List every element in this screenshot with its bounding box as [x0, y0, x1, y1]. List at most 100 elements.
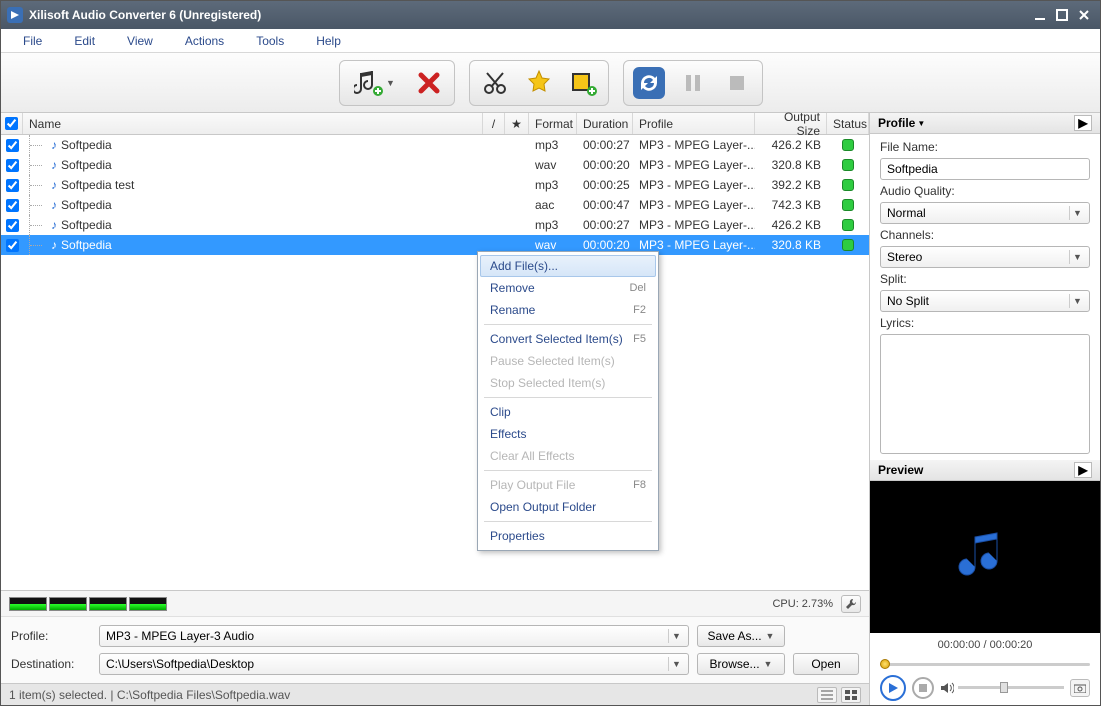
cell-size: 320.8 KB: [755, 235, 827, 255]
ctx-remove[interactable]: RemoveDel: [480, 277, 656, 299]
quality-combo[interactable]: Normal▼: [880, 202, 1090, 224]
cell-size: 426.2 KB: [755, 135, 827, 155]
destination-combo[interactable]: C:\Users\Softpedia\Desktop▼: [99, 653, 689, 675]
table-row[interactable]: ♪Softpediawav00:00:20MP3 - MPEG Layer-..…: [1, 235, 869, 255]
status-indicator: [842, 179, 854, 191]
open-button[interactable]: Open: [793, 653, 859, 675]
list-view-button[interactable]: [817, 687, 837, 703]
add-profile-button[interactable]: [564, 64, 602, 102]
lyrics-input[interactable]: [880, 334, 1090, 454]
row-checkbox[interactable]: [6, 219, 19, 232]
cpu-meter: [9, 597, 167, 611]
volume-slider[interactable]: [958, 686, 1064, 689]
col-duration[interactable]: Duration: [577, 113, 633, 134]
cell-format: mp3: [529, 135, 577, 155]
menu-actions[interactable]: Actions: [175, 34, 246, 48]
select-all-checkbox[interactable]: [5, 117, 18, 130]
row-checkbox[interactable]: [6, 199, 19, 212]
row-checkbox[interactable]: [6, 179, 19, 192]
volume-icon[interactable]: [940, 682, 954, 694]
stop-button[interactable]: [718, 64, 756, 102]
col-status[interactable]: Status: [827, 113, 869, 134]
file-name: Softpedia: [61, 198, 112, 212]
ctx-properties[interactable]: Properties: [480, 525, 656, 547]
lyrics-label: Lyrics:: [880, 316, 1090, 330]
table-row[interactable]: ♪Softpediamp300:00:27MP3 - MPEG Layer-..…: [1, 135, 869, 155]
cell-profile: MP3 - MPEG Layer-...: [633, 135, 755, 155]
close-button[interactable]: [1074, 6, 1094, 24]
ctx-add-file-s[interactable]: Add File(s)...: [480, 255, 656, 277]
menu-help[interactable]: Help: [306, 34, 363, 48]
cpu-label: CPU: 2.73%: [772, 598, 833, 610]
menu-edit[interactable]: Edit: [64, 34, 117, 48]
browse-button[interactable]: Browse...▼: [697, 653, 785, 675]
convert-button[interactable]: [630, 64, 668, 102]
cell-duration: 00:00:47: [577, 195, 633, 215]
music-note-icon: ♪: [51, 178, 57, 192]
cell-profile: MP3 - MPEG Layer-...: [633, 175, 755, 195]
split-combo[interactable]: No Split▼: [880, 290, 1090, 312]
snapshot-button[interactable]: [1070, 679, 1090, 697]
status-indicator: [842, 199, 854, 211]
add-file-button[interactable]: ▼: [346, 64, 404, 102]
remove-button[interactable]: [410, 64, 448, 102]
file-name: Softpedia: [61, 238, 112, 252]
panel-collapse-button[interactable]: ▶: [1074, 115, 1092, 131]
play-button[interactable]: [880, 675, 906, 701]
table-row[interactable]: ♪Softpedia testmp300:00:25MP3 - MPEG Lay…: [1, 175, 869, 195]
file-list[interactable]: ♪Softpediamp300:00:27MP3 - MPEG Layer-..…: [1, 135, 869, 590]
table-row[interactable]: ♪Softpediawav00:00:20MP3 - MPEG Layer-..…: [1, 155, 869, 175]
clip-button[interactable]: [476, 64, 514, 102]
cell-size: 392.2 KB: [755, 175, 827, 195]
context-menu: Add File(s)...RemoveDelRenameF2 Convert S…: [477, 251, 659, 551]
status-indicator: [842, 239, 854, 251]
row-checkbox[interactable]: [6, 159, 19, 172]
table-header: Name / ★ Format Duration Profile Output …: [1, 113, 869, 135]
profile-combo[interactable]: MP3 - MPEG Layer-3 Audio▼: [99, 625, 689, 647]
cell-profile: MP3 - MPEG Layer-...: [633, 215, 755, 235]
ctx-clip[interactable]: Clip: [480, 401, 656, 423]
ctx-play-output-file: Play Output FileF8: [480, 474, 656, 496]
preview-collapse-button[interactable]: ▶: [1074, 462, 1092, 478]
col-slash[interactable]: /: [483, 113, 505, 134]
cell-profile: MP3 - MPEG Layer-...: [633, 155, 755, 175]
profile-label: Profile:: [11, 629, 91, 643]
cell-format: wav: [529, 155, 577, 175]
table-row[interactable]: ♪Softpediaaac00:00:47MP3 - MPEG Layer-..…: [1, 195, 869, 215]
pause-button[interactable]: [674, 64, 712, 102]
quality-label: Audio Quality:: [880, 184, 1090, 198]
file-name: Softpedia: [61, 158, 112, 172]
seek-slider[interactable]: [880, 657, 1090, 670]
cpu-settings-button[interactable]: [841, 595, 861, 613]
menubar: File Edit View Actions Tools Help: [1, 29, 1100, 53]
ctx-effects[interactable]: Effects: [480, 423, 656, 445]
save-as-button[interactable]: Save As...▼: [697, 625, 785, 647]
ctx-open-output-folder[interactable]: Open Output Folder: [480, 496, 656, 518]
channels-combo[interactable]: Stereo▼: [880, 246, 1090, 268]
filename-label: File Name:: [880, 140, 1090, 154]
status-indicator: [842, 159, 854, 171]
cell-size: 426.2 KB: [755, 215, 827, 235]
file-name: Softpedia: [61, 138, 112, 152]
filename-input[interactable]: [880, 158, 1090, 180]
menu-view[interactable]: View: [117, 34, 175, 48]
effects-button[interactable]: [520, 64, 558, 102]
usage-bar: CPU: 2.73%: [1, 590, 869, 616]
col-format[interactable]: Format: [529, 113, 577, 134]
ctx-rename[interactable]: RenameF2: [480, 299, 656, 321]
thumb-view-button[interactable]: [841, 687, 861, 703]
minimize-button[interactable]: [1030, 6, 1050, 24]
split-label: Split:: [880, 272, 1090, 286]
player-stop-button[interactable]: [912, 677, 934, 699]
row-checkbox[interactable]: [6, 139, 19, 152]
col-name[interactable]: Name: [23, 113, 483, 134]
table-row[interactable]: ♪Softpediamp300:00:27MP3 - MPEG Layer-..…: [1, 215, 869, 235]
menu-file[interactable]: File: [13, 34, 64, 48]
col-star[interactable]: ★: [505, 113, 529, 134]
ctx-convert-selected-item-s[interactable]: Convert Selected Item(s)F5: [480, 328, 656, 350]
col-output-size[interactable]: Output Size: [755, 113, 827, 134]
maximize-button[interactable]: [1052, 6, 1072, 24]
menu-tools[interactable]: Tools: [246, 34, 306, 48]
row-checkbox[interactable]: [6, 239, 19, 252]
col-profile[interactable]: Profile: [633, 113, 755, 134]
